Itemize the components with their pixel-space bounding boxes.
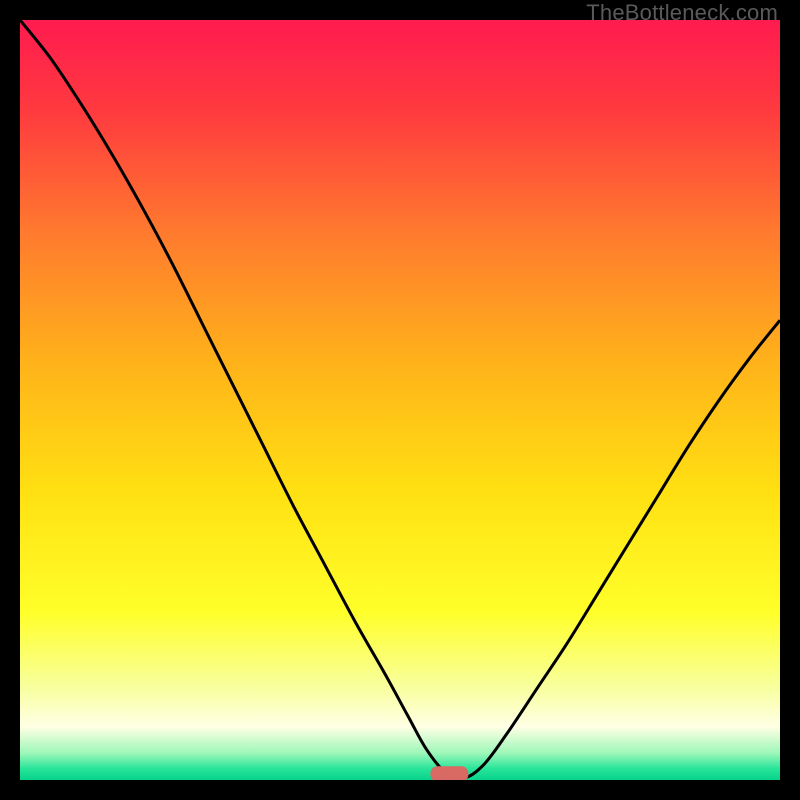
gradient-background — [20, 20, 780, 780]
optimal-marker — [430, 766, 468, 780]
watermark-text: TheBottleneck.com — [586, 0, 778, 26]
chart-frame — [20, 20, 780, 780]
bottleneck-chart — [20, 20, 780, 780]
